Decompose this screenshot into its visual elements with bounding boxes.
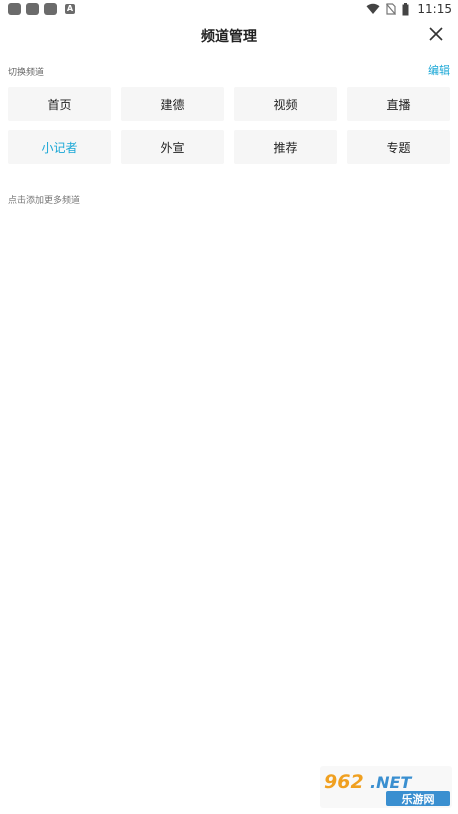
channel-grid: 首页 建德 视频 直播 小记者 外宣 推荐 专题 [8, 87, 450, 164]
channel-chip-home[interactable]: 首页 [8, 87, 111, 121]
close-icon [429, 27, 443, 41]
notification-icon [26, 3, 39, 15]
close-button[interactable] [428, 26, 444, 42]
status-bar: A 11:15 [0, 0, 458, 18]
header: 频道管理 [0, 22, 458, 48]
wifi-icon [366, 3, 380, 15]
channel-chip-publicity[interactable]: 外宣 [121, 130, 224, 164]
battery-icon [402, 2, 409, 15]
svg-text:乐游网: 乐游网 [402, 792, 435, 806]
edit-button[interactable]: 编辑 [428, 62, 450, 78]
notification-icon [8, 3, 21, 15]
channel-chip-topics[interactable]: 专题 [347, 130, 450, 164]
no-sim-icon [386, 3, 397, 15]
switch-channel-header: 切换频道 编辑 [8, 62, 450, 78]
status-system: 11:15 [366, 2, 452, 16]
status-time: 11:15 [417, 2, 452, 16]
channel-chip-jiande[interactable]: 建德 [121, 87, 224, 121]
channel-chip-live[interactable]: 直播 [347, 87, 450, 121]
svg-text:.NET: .NET [370, 773, 412, 792]
status-notifications: A [8, 3, 75, 15]
channel-chip-little-reporter[interactable]: 小记者 [8, 130, 111, 164]
switch-channel-label: 切换频道 [8, 68, 45, 78]
text-notification-icon: A [65, 4, 75, 14]
add-more-channels-label: 点击添加更多频道 [8, 196, 81, 206]
page-title: 频道管理 [201, 29, 257, 45]
channel-chip-recommend[interactable]: 推荐 [234, 130, 337, 164]
notification-icon [44, 3, 57, 15]
channel-chip-video[interactable]: 视频 [234, 87, 337, 121]
svg-text:962: 962 [324, 771, 364, 793]
watermark-logo: 962 .NET 乐游网 [320, 766, 452, 808]
